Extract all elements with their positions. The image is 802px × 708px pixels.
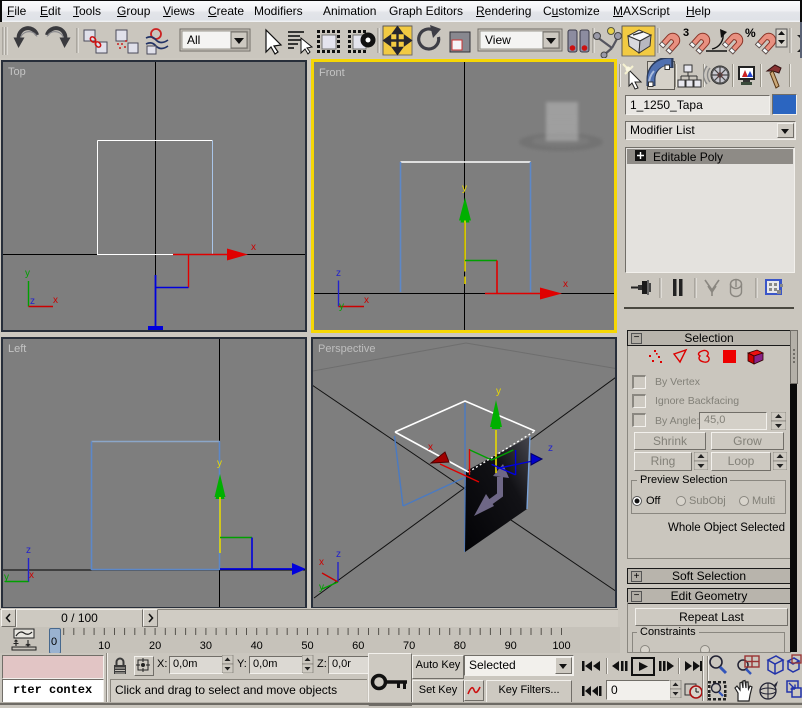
svg-text:x: x	[53, 295, 58, 306]
svg-text:y: y	[496, 386, 501, 397]
svg-text:y: y	[25, 268, 30, 279]
svg-text:View: View	[485, 33, 511, 47]
svg-text:Front: Front	[319, 67, 345, 79]
svg-text:y: y	[462, 183, 467, 194]
svg-text:20: 20	[149, 640, 161, 652]
svg-text:z: z	[336, 549, 341, 560]
svg-text:Left: Left	[8, 343, 26, 355]
svg-text:x: x	[364, 295, 369, 306]
svg-text:y: y	[319, 582, 324, 593]
svg-text:x: x	[251, 242, 256, 253]
svg-text:30: 30	[200, 640, 212, 652]
svg-text:60: 60	[352, 640, 364, 652]
svg-text:%: %	[745, 26, 756, 40]
svg-text:10: 10	[98, 640, 110, 652]
svg-text:All: All	[187, 33, 200, 47]
svg-text:x: x	[428, 442, 433, 453]
svg-text:Perspective: Perspective	[318, 343, 375, 355]
svg-text:z: z	[30, 296, 35, 307]
svg-text:y: y	[4, 572, 9, 583]
svg-text:3: 3	[683, 27, 689, 39]
svg-text:70: 70	[403, 640, 415, 652]
svg-text:x: x	[29, 570, 34, 581]
svg-text:40: 40	[251, 640, 263, 652]
svg-text:x: x	[319, 557, 324, 568]
svg-text:Top: Top	[8, 66, 26, 78]
svg-text:90: 90	[505, 640, 517, 652]
svg-text:100: 100	[552, 640, 570, 652]
svg-text:z: z	[548, 443, 553, 454]
svg-text:z: z	[26, 545, 31, 556]
svg-text:x: x	[563, 279, 568, 290]
svg-text:z: z	[336, 268, 341, 279]
svg-text:50: 50	[301, 640, 313, 652]
svg-text:y: y	[217, 458, 222, 469]
svg-text:80: 80	[454, 640, 466, 652]
svg-text:y: y	[339, 301, 344, 312]
